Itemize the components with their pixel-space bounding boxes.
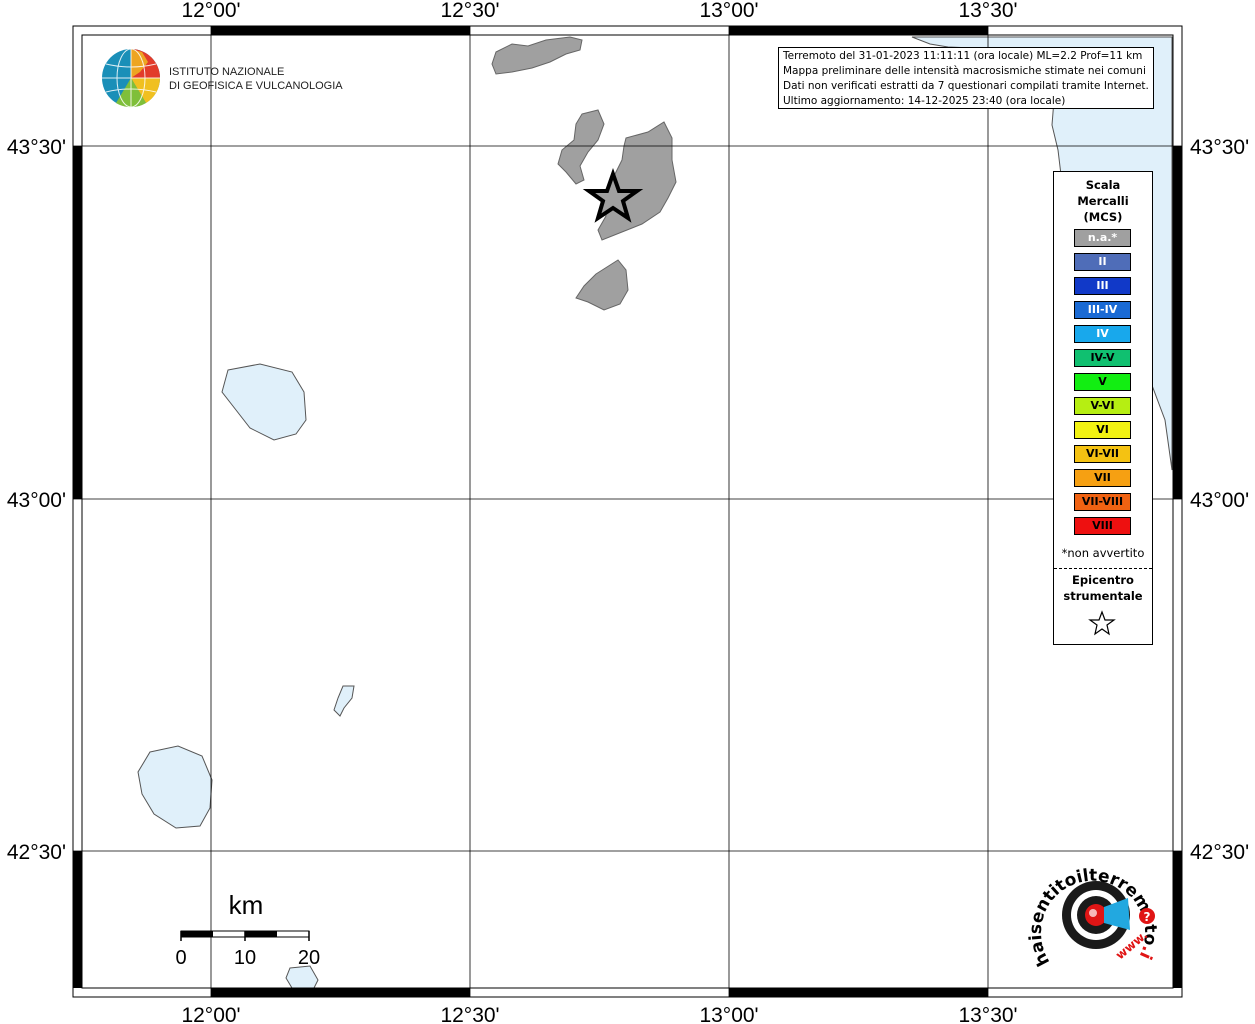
lat-label: 43°00'	[1190, 489, 1249, 512]
lon-label: 13°30'	[958, 1004, 1017, 1024]
lat-labels-right: 43°30' 43°00' 42°30'	[1190, 136, 1249, 864]
legend-swatch: VI	[1074, 421, 1131, 439]
institute-name-line2: DI GEOFISICA E VULCANOLOGIA	[169, 80, 343, 92]
legend-swatch: III	[1074, 277, 1131, 295]
event-info-line: Mappa preliminare delle intensità macros…	[783, 65, 1146, 77]
legend-title: Scala Mercalli (MCS)	[1054, 177, 1152, 225]
event-info-line: Terremoto del 31-01-2023 11:11:11 (ora l…	[783, 50, 1143, 62]
legend-swatch: III-IV	[1074, 301, 1131, 319]
lon-label: 12°30'	[440, 1004, 499, 1024]
legend-swatch: VIII	[1074, 517, 1131, 535]
legend-epicenter-line: strumentale	[1063, 589, 1143, 603]
lon-label: 13°00'	[699, 0, 758, 22]
legend-epicenter-label: Epicentro strumentale	[1054, 572, 1152, 604]
scale-tick-label: 0	[175, 947, 186, 969]
scale-tick-label: 20	[298, 947, 320, 969]
lon-labels-bottom: 12°00' 12°30' 13°00' 13°30'	[181, 1004, 1017, 1024]
lon-label: 12°00'	[181, 1004, 240, 1024]
legend-swatch: II	[1074, 253, 1131, 271]
lon-label: 12°30'	[440, 0, 499, 22]
lon-labels-top: 12°00' 12°30' 13°00' 13°30'	[181, 0, 1017, 22]
lon-label: 13°00'	[699, 1004, 758, 1024]
legend-swatch: V-VI	[1074, 397, 1131, 415]
institute-name-line1: ISTITUTO NAZIONALE	[169, 66, 284, 78]
lat-labels-left: 43°30' 43°00' 42°30'	[7, 136, 66, 864]
question-mark-icon: ?	[1144, 910, 1151, 924]
legend-epicenter-line: Epicentro	[1072, 573, 1134, 587]
intensity-legend: Scala Mercalli (MCS) n.a.* II III III-IV IV I…	[1053, 171, 1153, 645]
lon-label: 12°00'	[181, 0, 240, 22]
lat-label: 42°30'	[1190, 841, 1249, 864]
lat-label: 43°30'	[7, 136, 66, 159]
lon-label: 13°30'	[958, 0, 1017, 22]
globe-icon	[102, 48, 161, 108]
legend-swatch: VI-VII	[1074, 445, 1131, 463]
scale-tick-label: 10	[234, 947, 256, 969]
legend-swatch: IV-V	[1074, 349, 1131, 367]
legend-note: *non avvertito	[1061, 546, 1145, 560]
event-info-line: Ultimo aggiornamento: 14-12-2025 23:40 (…	[783, 95, 1066, 107]
legend-swatch: n.a.*	[1074, 229, 1131, 247]
lat-label: 42°30'	[7, 841, 66, 864]
scale-unit-label: km	[229, 890, 264, 920]
legend-title-line: Scala	[1085, 178, 1121, 192]
event-info-line: Dati non verificati estratti da 7 questi…	[783, 80, 1149, 92]
legend-swatch: VII-VIII	[1074, 493, 1131, 511]
lat-label: 43°00'	[7, 489, 66, 512]
legend-title-line: (MCS)	[1083, 210, 1123, 224]
lat-label: 43°30'	[1190, 136, 1249, 159]
legend-swatch: VII	[1074, 469, 1131, 487]
legend-title-line: Mercalli	[1077, 194, 1129, 208]
legend-swatch: V	[1074, 373, 1131, 391]
star-icon	[1088, 610, 1116, 636]
legend-divider	[1054, 568, 1152, 569]
event-info-box: Terremoto del 31-01-2023 11:11:11 (ora l…	[778, 47, 1154, 109]
legend-swatch: IV	[1074, 325, 1131, 343]
